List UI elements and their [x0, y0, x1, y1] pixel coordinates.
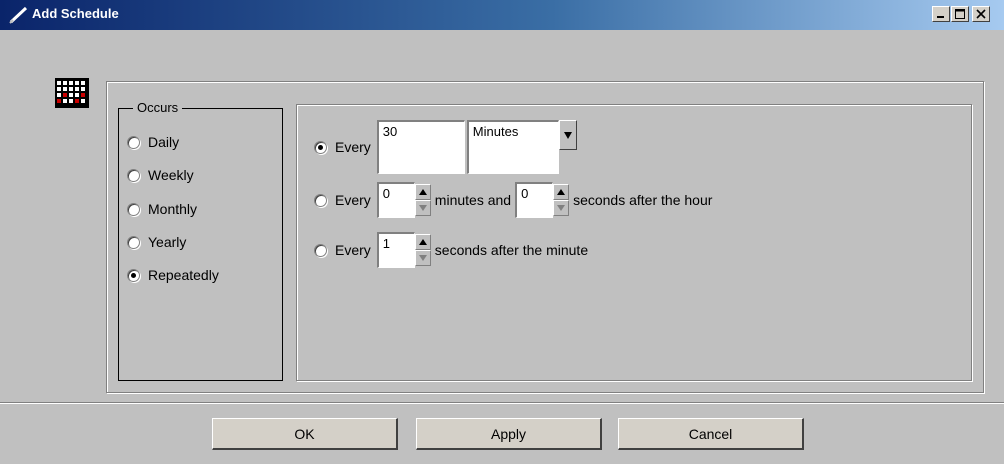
every-label: Every: [335, 192, 371, 208]
occurs-repeatedly-label: Repeatedly: [148, 267, 219, 283]
occurs-yearly-label: Yearly: [148, 234, 187, 250]
radio-icon[interactable]: [127, 202, 140, 216]
occurs-daily-option[interactable]: Daily: [127, 131, 179, 153]
arrow-down-icon: [418, 205, 427, 211]
pen-icon: [8, 6, 30, 24]
minutes-spinner[interactable]: [414, 184, 431, 216]
seconds-input[interactable]: 0: [515, 182, 554, 218]
dropdown-button[interactable]: [558, 120, 577, 150]
spin-down-button[interactable]: [553, 200, 570, 216]
seconds-after-hour-text: seconds after the hour: [573, 192, 713, 208]
minutes-and-text: minutes and: [434, 192, 512, 208]
occurs-daily-label: Daily: [148, 134, 180, 150]
close-icon: [976, 9, 986, 19]
repeat-after-hour-row: Every 0 minutes and 0 seconds after the …: [314, 182, 712, 218]
chevron-down-icon: [563, 132, 572, 139]
occurs-legend: Occurs: [133, 100, 183, 116]
radio-selected-icon[interactable]: [314, 140, 327, 154]
arrow-down-icon: [557, 205, 566, 211]
interval-unit-select[interactable]: Minutes: [466, 120, 577, 174]
radio-icon[interactable]: [127, 168, 140, 182]
repeat-every-interval-row: Every 30 Minutes: [314, 120, 577, 174]
apply-button[interactable]: Apply: [416, 418, 602, 450]
occurs-repeatedly-option[interactable]: Repeatedly: [127, 264, 219, 286]
occurs-weekly-option[interactable]: Weekly: [127, 164, 194, 186]
arrow-up-icon: [418, 239, 427, 245]
minutes-input[interactable]: 0: [376, 182, 415, 218]
minimize-icon: [937, 16, 944, 18]
spin-up-button[interactable]: [553, 184, 570, 200]
close-button[interactable]: [972, 6, 990, 22]
maximize-button[interactable]: [951, 6, 969, 22]
radio-selected-icon[interactable]: [127, 268, 140, 282]
add-schedule-window: Add Schedule Occurs Daily Weekly Monthly…: [0, 0, 1004, 464]
spin-up-button[interactable]: [414, 184, 431, 200]
title-bar[interactable]: Add Schedule: [0, 0, 1004, 30]
spin-down-button[interactable]: [414, 250, 431, 266]
occurs-yearly-option[interactable]: Yearly: [127, 231, 186, 253]
radio-icon[interactable]: [314, 243, 327, 257]
minimize-button[interactable]: [932, 6, 950, 22]
window-title: Add Schedule: [32, 6, 119, 21]
occurs-monthly-label: Monthly: [148, 201, 198, 217]
radio-icon[interactable]: [127, 235, 140, 249]
interval-unit-value: Minutes: [466, 120, 559, 174]
every-label: Every: [335, 139, 371, 155]
seconds-minute-input[interactable]: 1: [376, 232, 415, 268]
occurs-monthly-option[interactable]: Monthly: [127, 198, 197, 220]
radio-icon[interactable]: [314, 193, 327, 207]
arrow-up-icon: [557, 189, 566, 195]
interval-value-input[interactable]: 30: [376, 120, 465, 174]
footer-separator: [0, 402, 1004, 404]
maximize-icon: [955, 9, 965, 19]
every-label: Every: [335, 242, 371, 258]
calendar-icon: [55, 78, 89, 108]
repeat-after-minute-row: Every 1 seconds after the minute: [314, 232, 588, 268]
seconds-after-minute-text: seconds after the minute: [434, 242, 589, 258]
spin-down-button[interactable]: [414, 200, 431, 216]
ok-button[interactable]: OK: [212, 418, 398, 450]
arrow-up-icon: [418, 189, 427, 195]
occurs-weekly-label: Weekly: [148, 167, 194, 183]
radio-icon[interactable]: [127, 135, 140, 149]
occurs-group: Occurs Daily Weekly Monthly Yearly Repea…: [118, 100, 283, 381]
arrow-down-icon: [418, 255, 427, 261]
spin-up-button[interactable]: [414, 234, 431, 250]
cancel-button[interactable]: Cancel: [618, 418, 804, 450]
seconds-spinner[interactable]: [553, 184, 570, 216]
seconds-minute-spinner[interactable]: [414, 234, 431, 266]
